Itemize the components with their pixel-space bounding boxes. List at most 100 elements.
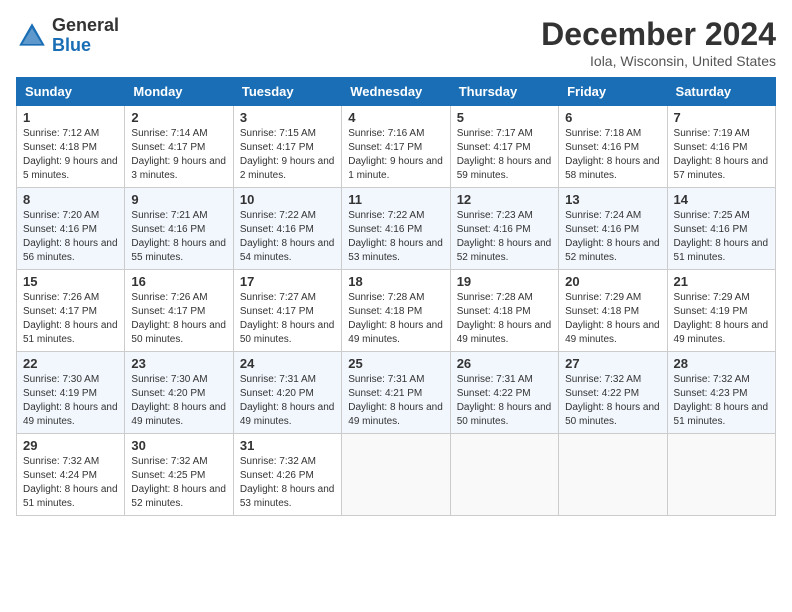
day-number: 20 [565, 274, 660, 289]
day-number: 10 [240, 192, 335, 207]
day-number: 11 [348, 192, 443, 207]
calendar-cell: 17 Sunrise: 7:27 AMSunset: 4:17 PMDayligh… [233, 270, 341, 352]
day-number: 7 [674, 110, 769, 125]
day-info: Sunrise: 7:12 AMSunset: 4:18 PMDaylight:… [23, 127, 118, 183]
calendar-cell: 22 Sunrise: 7:30 AMSunset: 4:19 PMDayligh… [17, 352, 125, 434]
calendar-cell: 23 Sunrise: 7:30 AMSunset: 4:20 PMDayligh… [125, 352, 233, 434]
day-info: Sunrise: 7:26 AMSunset: 4:17 PMDaylight:… [131, 291, 226, 347]
calendar-cell: 19Sunrise: 7:28 AMSunset: 4:18 PMDayligh… [450, 270, 558, 352]
calendar-cell: 18 Sunrise: 7:28 AMSunset: 4:18 PMDayligh… [342, 270, 450, 352]
day-info: Sunrise: 7:14 AMSunset: 4:17 PMDaylight:… [131, 127, 226, 183]
day-number: 6 [565, 110, 660, 125]
day-info: Sunrise: 7:27 AMSunset: 4:17 PMDaylight:… [240, 291, 335, 347]
calendar-cell: 24Sunrise: 7:31 AMSunset: 4:20 PMDayligh… [233, 352, 341, 434]
day-number: 26 [457, 356, 552, 371]
weekday-header-thursday: Thursday [450, 78, 558, 106]
day-info: Sunrise: 7:30 AMSunset: 4:19 PMDaylight:… [23, 373, 118, 429]
calendar-cell: 26 Sunrise: 7:31 AMSunset: 4:22 PMDayligh… [450, 352, 558, 434]
day-info: Sunrise: 7:23 AMSunset: 4:16 PMDaylight:… [457, 209, 552, 265]
day-number: 14 [674, 192, 769, 207]
day-number: 5 [457, 110, 552, 125]
calendar-cell: 25Sunrise: 7:31 AMSunset: 4:21 PMDayligh… [342, 352, 450, 434]
day-number: 8 [23, 192, 118, 207]
day-info: Sunrise: 7:28 AMSunset: 4:18 PMDaylight:… [348, 291, 443, 347]
logo-icon [16, 20, 48, 52]
calendar-cell: 21 Sunrise: 7:29 AMSunset: 4:19 PMDayligh… [667, 270, 775, 352]
day-info: Sunrise: 7:19 AMSunset: 4:16 PMDaylight:… [674, 127, 769, 183]
header: General Blue December 2024 Iola, Wiscons… [16, 16, 776, 69]
day-number: 17 [240, 274, 335, 289]
calendar-cell: 4 Sunrise: 7:16 AMSunset: 4:17 PMDaylight… [342, 106, 450, 188]
day-info: Sunrise: 7:30 AMSunset: 4:20 PMDaylight:… [131, 373, 226, 429]
calendar-week-row: 29Sunrise: 7:32 AMSunset: 4:24 PMDayligh… [17, 434, 776, 516]
calendar-week-row: 15 Sunrise: 7:26 AMSunset: 4:17 PMDayligh… [17, 270, 776, 352]
day-info: Sunrise: 7:32 AMSunset: 4:25 PMDaylight:… [131, 455, 226, 511]
calendar-week-row: 22 Sunrise: 7:30 AMSunset: 4:19 PMDayligh… [17, 352, 776, 434]
calendar-cell: 2 Sunrise: 7:14 AMSunset: 4:17 PMDaylight… [125, 106, 233, 188]
day-info: Sunrise: 7:26 AMSunset: 4:17 PMDaylight:… [23, 291, 118, 347]
day-number: 24 [240, 356, 335, 371]
weekday-header-friday: Friday [559, 78, 667, 106]
day-info: Sunrise: 7:32 AMSunset: 4:23 PMDaylight:… [674, 373, 769, 429]
day-number: 28 [674, 356, 769, 371]
calendar-cell: 7 Sunrise: 7:19 AMSunset: 4:16 PMDaylight… [667, 106, 775, 188]
calendar-cell: 8 Sunrise: 7:20 AMSunset: 4:16 PMDaylight… [17, 188, 125, 270]
day-info: Sunrise: 7:29 AMSunset: 4:19 PMDaylight:… [674, 291, 769, 347]
logo-text: General Blue [52, 16, 119, 56]
day-info: Sunrise: 7:20 AMSunset: 4:16 PMDaylight:… [23, 209, 118, 265]
month-title: December 2024 [541, 16, 776, 53]
calendar-cell: 12Sunrise: 7:23 AMSunset: 4:16 PMDayligh… [450, 188, 558, 270]
calendar-cell: 10 Sunrise: 7:22 AMSunset: 4:16 PMDayligh… [233, 188, 341, 270]
day-info: Sunrise: 7:31 AMSunset: 4:22 PMDaylight:… [457, 373, 552, 429]
day-number: 4 [348, 110, 443, 125]
calendar-week-row: 8 Sunrise: 7:20 AMSunset: 4:16 PMDaylight… [17, 188, 776, 270]
calendar-header-row: SundayMondayTuesdayWednesdayThursdayFrid… [17, 78, 776, 106]
day-info: Sunrise: 7:29 AMSunset: 4:18 PMDaylight:… [565, 291, 660, 347]
calendar-cell [559, 434, 667, 516]
weekday-header-saturday: Saturday [667, 78, 775, 106]
day-number: 23 [131, 356, 226, 371]
day-number: 27 [565, 356, 660, 371]
calendar-cell: 30 Sunrise: 7:32 AMSunset: 4:25 PMDayligh… [125, 434, 233, 516]
day-info: Sunrise: 7:17 AMSunset: 4:17 PMDaylight:… [457, 127, 552, 183]
day-number: 30 [131, 438, 226, 453]
calendar-cell: 11 Sunrise: 7:22 AMSunset: 4:16 PMDayligh… [342, 188, 450, 270]
calendar-cell [342, 434, 450, 516]
calendar-cell: 20 Sunrise: 7:29 AMSunset: 4:18 PMDayligh… [559, 270, 667, 352]
day-number: 18 [348, 274, 443, 289]
day-number: 25 [348, 356, 443, 371]
day-number: 15 [23, 274, 118, 289]
day-info: Sunrise: 7:16 AMSunset: 4:17 PMDaylight:… [348, 127, 443, 183]
day-info: Sunrise: 7:32 AMSunset: 4:24 PMDaylight:… [23, 455, 118, 511]
day-number: 3 [240, 110, 335, 125]
day-info: Sunrise: 7:24 AMSunset: 4:16 PMDaylight:… [565, 209, 660, 265]
day-number: 1 [23, 110, 118, 125]
calendar-cell: 29Sunrise: 7:32 AMSunset: 4:24 PMDayligh… [17, 434, 125, 516]
calendar-cell: 16Sunrise: 7:26 AMSunset: 4:17 PMDayligh… [125, 270, 233, 352]
weekday-header-monday: Monday [125, 78, 233, 106]
day-info: Sunrise: 7:18 AMSunset: 4:16 PMDaylight:… [565, 127, 660, 183]
weekday-header-tuesday: Tuesday [233, 78, 341, 106]
day-number: 13 [565, 192, 660, 207]
day-number: 31 [240, 438, 335, 453]
location-title: Iola, Wisconsin, United States [541, 53, 776, 69]
day-number: 22 [23, 356, 118, 371]
calendar-body: 1 Sunrise: 7:12 AMSunset: 4:18 PMDaylight… [17, 106, 776, 516]
day-info: Sunrise: 7:15 AMSunset: 4:17 PMDaylight:… [240, 127, 335, 183]
day-number: 19 [457, 274, 552, 289]
logo: General Blue [16, 16, 119, 56]
day-number: 21 [674, 274, 769, 289]
calendar-cell [667, 434, 775, 516]
calendar-week-row: 1 Sunrise: 7:12 AMSunset: 4:18 PMDaylight… [17, 106, 776, 188]
day-info: Sunrise: 7:21 AMSunset: 4:16 PMDaylight:… [131, 209, 226, 265]
day-info: Sunrise: 7:25 AMSunset: 4:16 PMDaylight:… [674, 209, 769, 265]
day-number: 2 [131, 110, 226, 125]
calendar-cell: 6 Sunrise: 7:18 AMSunset: 4:16 PMDaylight… [559, 106, 667, 188]
calendar-cell: 14 Sunrise: 7:25 AMSunset: 4:16 PMDayligh… [667, 188, 775, 270]
day-info: Sunrise: 7:22 AMSunset: 4:16 PMDaylight:… [240, 209, 335, 265]
calendar-cell: 15 Sunrise: 7:26 AMSunset: 4:17 PMDayligh… [17, 270, 125, 352]
day-info: Sunrise: 7:22 AMSunset: 4:16 PMDaylight:… [348, 209, 443, 265]
day-info: Sunrise: 7:32 AMSunset: 4:26 PMDaylight:… [240, 455, 335, 511]
calendar-table: SundayMondayTuesdayWednesdayThursdayFrid… [16, 77, 776, 516]
calendar-cell: 31 Sunrise: 7:32 AMSunset: 4:26 PMDayligh… [233, 434, 341, 516]
